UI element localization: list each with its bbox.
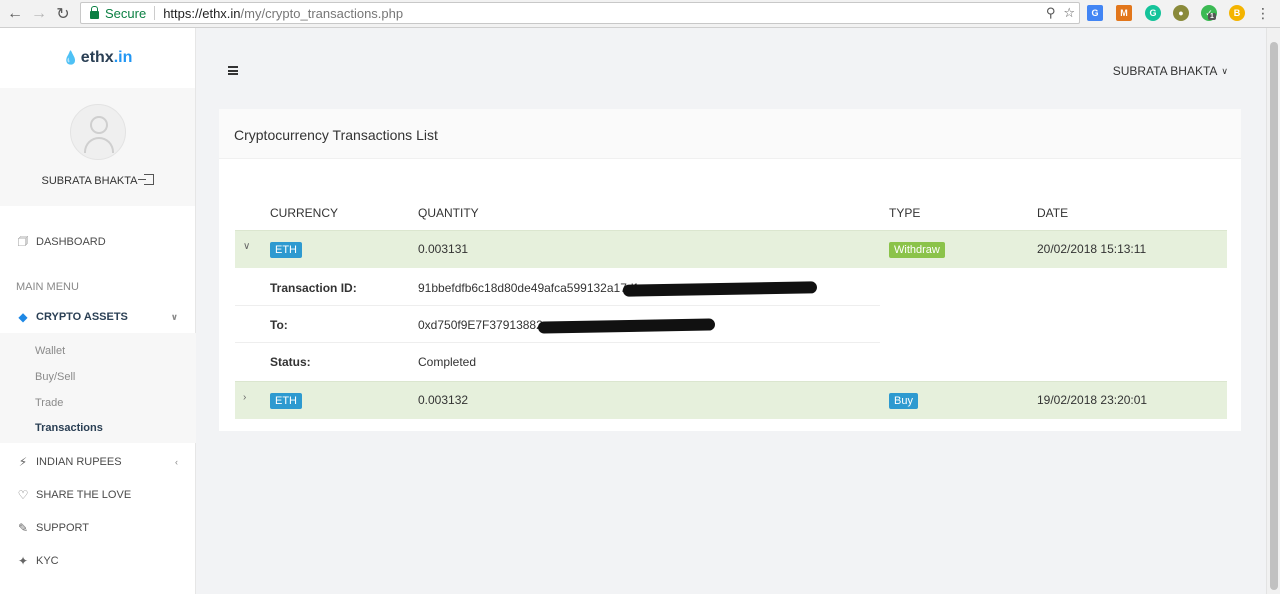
forward-icon[interactable]: → <box>27 2 51 26</box>
avatar <box>70 104 126 160</box>
extension-badge: 1 <box>1208 13 1216 20</box>
profile-name-text: SUBRATA BHAKTA <box>41 175 138 187</box>
chevron-down-icon[interactable]: ∨ <box>243 241 250 252</box>
heart-icon: ♡ <box>17 488 29 502</box>
column-header-type: TYPE <box>889 206 921 220</box>
back-icon[interactable]: ← <box>3 2 27 26</box>
edit-icon: ✎ <box>17 521 29 535</box>
sidebar-item-label: KYC <box>36 555 59 567</box>
sidebar-item-indian-rupees[interactable]: ⚡ INDIAN RUPEES ‹ <box>0 450 196 474</box>
browser-menu-icon[interactable]: ⋮ <box>1256 4 1270 22</box>
column-header-quantity: QUANTITY <box>418 206 479 220</box>
chevron-down-icon: ∨ <box>1221 65 1228 76</box>
sidebar-item-label: SHARE THE LOVE <box>36 489 132 501</box>
table-row[interactable]: ∨ ETH 0.003131 Withdraw 20/02/2018 15:13… <box>235 230 1227 268</box>
profile-name: SUBRATA BHAKTA <box>0 174 196 187</box>
table-header: CURRENCY QUANTITY TYPE DATE <box>235 200 1227 230</box>
browser-toolbar: ← → ↻ Secure https://ethx.in/my/crypto_t… <box>0 0 1280 28</box>
reload-icon[interactable]: ↻ <box>51 2 75 26</box>
brand-name: ethx <box>80 49 114 66</box>
submenu-wallet[interactable]: Wallet <box>35 345 65 357</box>
date-cell: 19/02/2018 23:20:01 <box>1037 393 1148 407</box>
sidebar-item-share-the-love[interactable]: ♡ SHARE THE LOVE <box>0 483 196 507</box>
sidebar-item-label: DASHBOARD <box>36 236 106 248</box>
secure-label: Secure <box>105 5 147 21</box>
sidebar-item-label: INDIAN RUPEES <box>36 456 122 468</box>
grammarly-extension-icon[interactable]: G <box>1145 5 1161 21</box>
type-badge: Withdraw <box>889 242 945 258</box>
sidebar: 💧 ethx .in SUBRATA BHAKTA 🗇 DASHBOARD MAI… <box>0 28 196 594</box>
metamask-extension-icon[interactable]: M <box>1116 5 1132 21</box>
redaction-mark <box>622 281 818 297</box>
transaction-id-value: 91bbefdfb6c18d80de49afca599132a17dfe <box>418 281 644 295</box>
to-label: To: <box>270 318 288 332</box>
hamburger-menu-icon[interactable] <box>228 66 238 75</box>
type-badge: Buy <box>889 393 918 409</box>
dashboard-icon: 🗇 <box>17 233 29 248</box>
to-value: 0xd750f9E7F37913882 <box>418 318 543 332</box>
currency-badge: ETH <box>270 242 302 258</box>
sidebar-item-support[interactable]: ✎ SUPPORT <box>0 516 196 540</box>
submenu-trade[interactable]: Trade <box>35 397 63 409</box>
diamond-icon: ◆ <box>18 310 28 324</box>
status-label: Status: <box>270 355 311 369</box>
lock-icon <box>90 5 99 19</box>
main-menu-header: MAIN MENU <box>16 281 79 293</box>
brand-tld: .in <box>113 49 133 66</box>
top-bar: SUBRATA BHAKTA ∨ <box>197 28 1266 108</box>
url-path: /my/crypto_transactions.php <box>240 5 404 21</box>
brand-logo[interactable]: 💧 ethx .in <box>0 28 195 88</box>
bitcoin-extension-icon[interactable]: B <box>1229 5 1245 21</box>
logout-icon[interactable] <box>138 174 155 185</box>
flame-icon: 💧 <box>62 50 79 65</box>
detail-row-status: Status: Completed <box>235 343 880 380</box>
panel-title: Cryptocurrency Transactions List <box>219 109 1241 159</box>
chevron-right-icon[interactable]: › <box>243 392 246 403</box>
profile-section: SUBRATA BHAKTA <box>0 88 195 206</box>
sidebar-item-label: CRYPTO ASSETS <box>36 311 128 323</box>
quantity-cell: 0.003131 <box>418 242 469 256</box>
omnibox-divider <box>154 6 156 20</box>
star-icon[interactable]: ☆ <box>1063 5 1075 21</box>
checkmark-extension-icon[interactable]: ✓1 <box>1201 5 1217 21</box>
chevron-double-down-icon: ∨ <box>170 311 178 322</box>
column-header-date: DATE <box>1037 206 1069 220</box>
submenu-buy-sell[interactable]: Buy/Sell <box>35 371 75 383</box>
sidebar-item-kyc[interactable]: ✦ KYC <box>0 549 196 573</box>
submenu-transactions[interactable]: Transactions <box>35 422 103 434</box>
transactions-panel: Cryptocurrency Transactions List CURRENC… <box>219 109 1241 431</box>
redaction-mark <box>537 318 716 334</box>
address-bar[interactable]: Secure https://ethx.in/my/crypto_transac… <box>80 2 1080 24</box>
currency-badge: ETH <box>270 393 302 409</box>
transaction-id-label: Transaction ID: <box>270 281 357 295</box>
chevron-left-icon: ‹ <box>175 457 178 467</box>
table-row[interactable]: › ETH 0.003132 Buy 19/02/2018 23:20:01 <box>235 381 1227 419</box>
column-header-currency: CURRENCY <box>270 206 339 220</box>
user-menu-name: SUBRATA BHAKTA <box>1112 64 1218 78</box>
status-value: Completed <box>418 355 477 369</box>
pin-icon: ✦ <box>17 554 29 568</box>
user-menu[interactable]: SUBRATA BHAKTA ∨ <box>1113 64 1228 78</box>
date-cell: 20/02/2018 15:13:11 <box>1037 242 1147 256</box>
page-scrollbar[interactable] <box>1266 28 1280 594</box>
key-icon[interactable]: ⚲ <box>1046 5 1056 21</box>
sidebar-item-crypto-assets[interactable]: ◆ CRYPTO ASSETS ∨ <box>0 305 196 329</box>
scrollbar-thumb[interactable] <box>1270 42 1278 590</box>
detail-row-to: To: 0xd750f9E7F37913882 <box>235 306 880 343</box>
circle-extension-icon[interactable]: ● <box>1173 5 1189 21</box>
sidebar-item-dashboard[interactable]: 🗇 DASHBOARD <box>0 230 196 254</box>
url-host: https://ethx.in <box>163 5 241 21</box>
sidebar-item-label: SUPPORT <box>36 522 89 534</box>
detail-row-transaction-id: Transaction ID: 91bbefdfb6c18d80de49afca… <box>235 269 880 306</box>
bolt-icon: ⚡ <box>18 455 28 469</box>
quantity-cell: 0.003132 <box>418 393 469 407</box>
translate-extension-icon[interactable]: G <box>1087 5 1103 21</box>
